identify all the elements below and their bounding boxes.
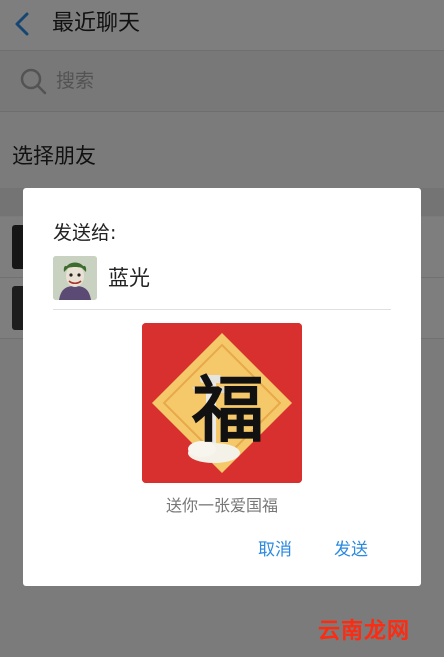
- fu-character: 福: [191, 367, 264, 452]
- recipient-avatar: [53, 256, 97, 300]
- fu-card-image[interactable]: 福: [142, 323, 302, 483]
- card-caption: 送你一张爱国福: [165, 496, 278, 515]
- divider: [53, 309, 391, 310]
- recipient-name: 蓝光: [108, 266, 150, 290]
- send-button[interactable]: 发送: [334, 538, 368, 562]
- site-watermark: 云南龙网: [317, 619, 410, 644]
- share-dialog: 发送给: 蓝光 福 送你一张爱国福 取消 发送: [23, 188, 421, 586]
- send-to-label: 发送给:: [53, 222, 117, 244]
- cancel-button[interactable]: 取消: [258, 538, 292, 562]
